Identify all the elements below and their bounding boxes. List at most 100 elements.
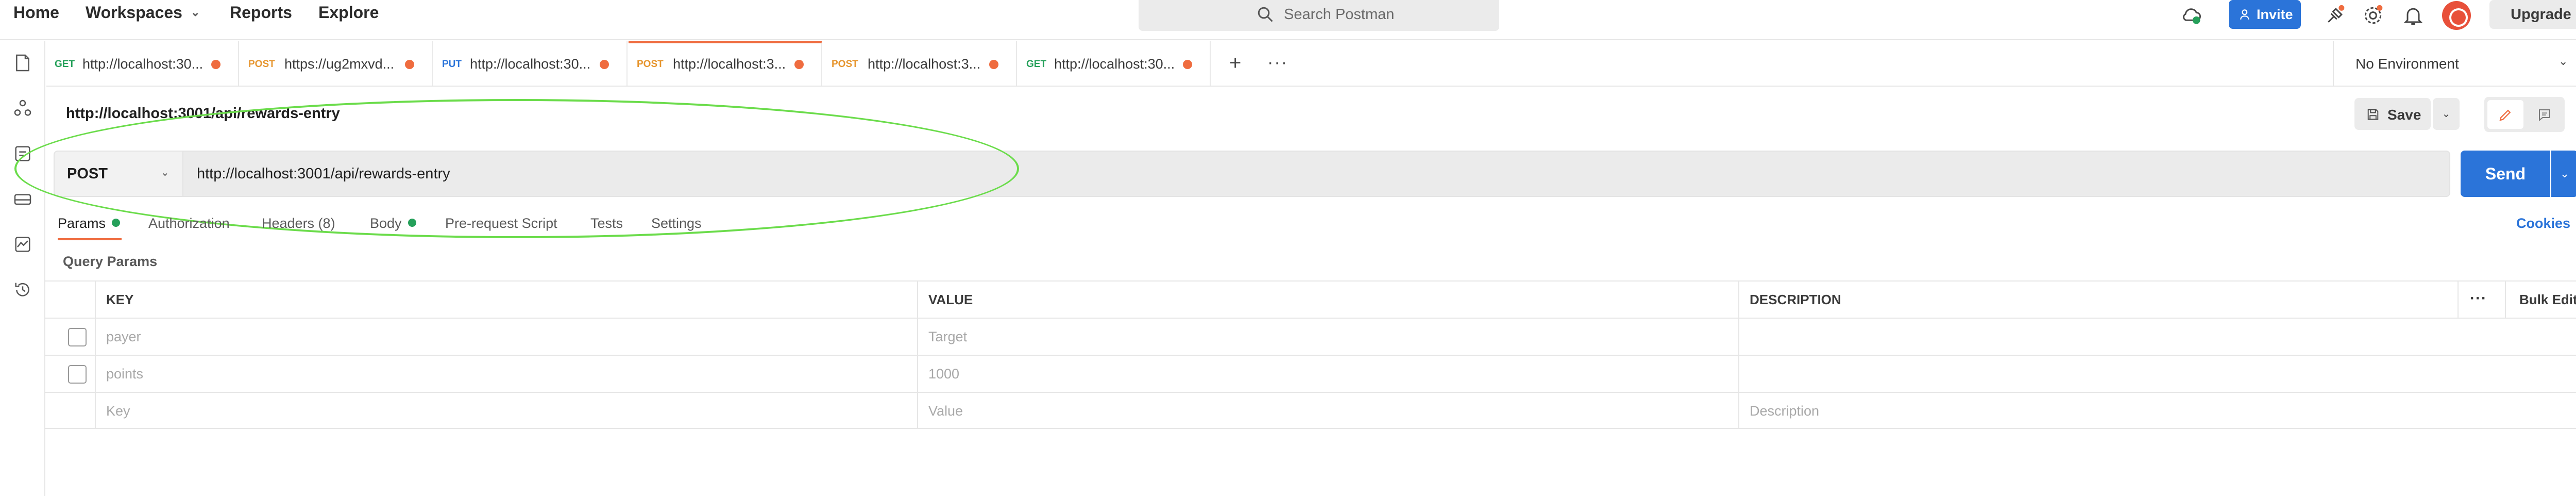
nav-home[interactable]: Home [13,3,59,22]
column-header-description: DESCRIPTION [1738,282,2458,318]
param-description-cell[interactable] [1738,319,2576,355]
comment-icon[interactable] [2537,107,2552,123]
chevron-down-icon[interactable]: ⌄ [2551,151,2576,197]
tab-params[interactable]: Params [58,216,121,232]
tab-body[interactable]: Body [370,216,416,232]
param-key-cell[interactable]: payer [95,319,917,355]
request-tab-bar: GET http://localhost:30... POST https://… [46,41,2576,87]
save-button[interactable]: Save [2354,98,2431,130]
mock-servers-icon[interactable] [12,189,33,209]
request-tab[interactable]: GET http://localhost:30... [46,41,239,86]
unsaved-dot-icon [211,60,221,69]
table-header-row: KEY VALUE DESCRIPTION ··· Bulk Edit [45,280,2576,318]
url-value: http://localhost:3001/api/rewards-entry [197,166,450,182]
left-sidebar [0,41,45,496]
nav-explore[interactable]: Explore [318,3,379,22]
nav-explore-label: Explore [318,3,379,22]
more-horizontal-icon[interactable]: ··· [2470,282,2487,316]
request-title[interactable]: http://localhost:3001/api/rewards-entry [66,105,340,122]
row-checkbox[interactable] [68,328,87,346]
history-icon[interactable] [12,279,33,300]
tab-method: POST [248,59,275,70]
tab-authorization[interactable]: Authorization [148,216,230,232]
row-checkbox[interactable] [68,365,87,384]
upgrade-button[interactable]: Upgrade [2489,0,2576,29]
collections-icon[interactable] [12,53,33,73]
tab-tests[interactable]: Tests [590,216,623,232]
param-description-cell[interactable] [1738,356,2576,392]
send-label: Send [2485,164,2526,183]
tab-method: GET [1026,59,1047,70]
tab-url: http://localhost:30... [1054,56,1175,72]
invite-label: Invite [2257,7,2293,22]
param-key-cell[interactable]: points [95,356,917,392]
search-icon [1258,7,1273,22]
bulk-edit-button[interactable]: Bulk Edit [2505,282,2576,318]
request-tab[interactable]: GET http://localhost:30... [1018,41,1211,86]
tab-tests-label: Tests [590,216,623,231]
url-input[interactable]: http://localhost:3001/api/rewards-entry [183,151,2450,197]
cloud-sync-icon[interactable] [2180,4,2203,27]
param-value-cell[interactable]: 1000 [917,356,1738,392]
active-tab-indicator [58,238,122,240]
environment-label: No Environment [2355,56,2459,72]
table-row: payer Target [45,318,2576,355]
tab-method: POST [832,59,858,70]
request-tab-active[interactable]: POST http://localhost:3... [629,41,822,86]
param-value-cell[interactable]: Target [917,319,1738,355]
column-header-value: VALUE [917,282,1738,318]
unsaved-dot-icon [989,60,998,69]
tab-url: https://ug2mxvd... [284,56,395,72]
tab-headers[interactable]: Headers (8) [262,216,335,232]
pencil-icon [2499,109,2511,121]
invite-button[interactable]: Invite [2229,0,2301,29]
tab-pre-request-script[interactable]: Pre-request Script [445,216,557,232]
tab-body-label: Body [370,216,402,231]
status-dot-icon [408,219,416,227]
nav-reports[interactable]: Reports [230,3,292,22]
cookies-link[interactable]: Cookies [2516,216,2570,232]
send-button[interactable]: Send [2461,151,2550,197]
tab-params-label: Params [58,216,106,231]
save-icon [2367,109,2379,120]
request-tab[interactable]: PUT http://localhost:30... [434,41,628,86]
bell-icon[interactable] [2402,4,2425,27]
avatar[interactable] [2442,1,2471,30]
environment-selector[interactable]: No Environment ⌄ [2333,41,2576,87]
unsaved-dot-icon [1183,60,1192,69]
tab-settings-label: Settings [651,216,702,231]
chevron-down-icon[interactable]: ⌄ [2433,98,2460,130]
chevron-down-icon: ⌄ [2558,55,2568,68]
apis-icon[interactable] [12,98,33,119]
tab-settings[interactable]: Settings [651,216,702,232]
person-add-icon [2240,9,2249,20]
method-select[interactable]: POST ⌄ [54,151,183,197]
new-description-input[interactable]: Description [1738,393,2576,429]
status-dot-icon [112,219,121,227]
tab-method: GET [55,59,75,70]
request-tab[interactable]: POST http://localhost:3... [823,41,1017,86]
chevron-down-icon: ⌄ [190,6,200,19]
tab-authorization-label: Authorization [148,216,230,231]
plus-icon[interactable]: + [1229,52,1241,75]
request-tab[interactable]: POST https://ug2mxvd... [240,41,433,86]
view-toggle [2484,97,2565,132]
new-value-input[interactable]: Value [917,393,1738,429]
unsaved-dot-icon [600,60,609,69]
new-key-input[interactable]: Key [95,393,917,429]
tab-url: http://localhost:3... [868,56,981,72]
more-horizontal-icon[interactable]: ··· [1267,53,1288,73]
gear-icon[interactable] [2362,4,2384,27]
tab-url: http://localhost:30... [470,56,591,72]
environments-icon[interactable] [12,143,33,164]
nav-reports-label: Reports [230,3,292,22]
nav-workspaces[interactable]: Workspaces ⌄ [86,3,200,22]
save-label: Save [2387,107,2421,123]
chevron-down-icon: ⌄ [161,167,170,178]
column-options-cell: ··· [2458,282,2505,318]
unsaved-dot-icon [794,60,804,69]
monitors-icon[interactable] [12,234,33,255]
search-bar[interactable]: Search Postman [1139,0,1499,31]
satellite-sync-icon[interactable] [2324,4,2346,27]
tab-headers-label: Headers (8) [262,216,335,231]
